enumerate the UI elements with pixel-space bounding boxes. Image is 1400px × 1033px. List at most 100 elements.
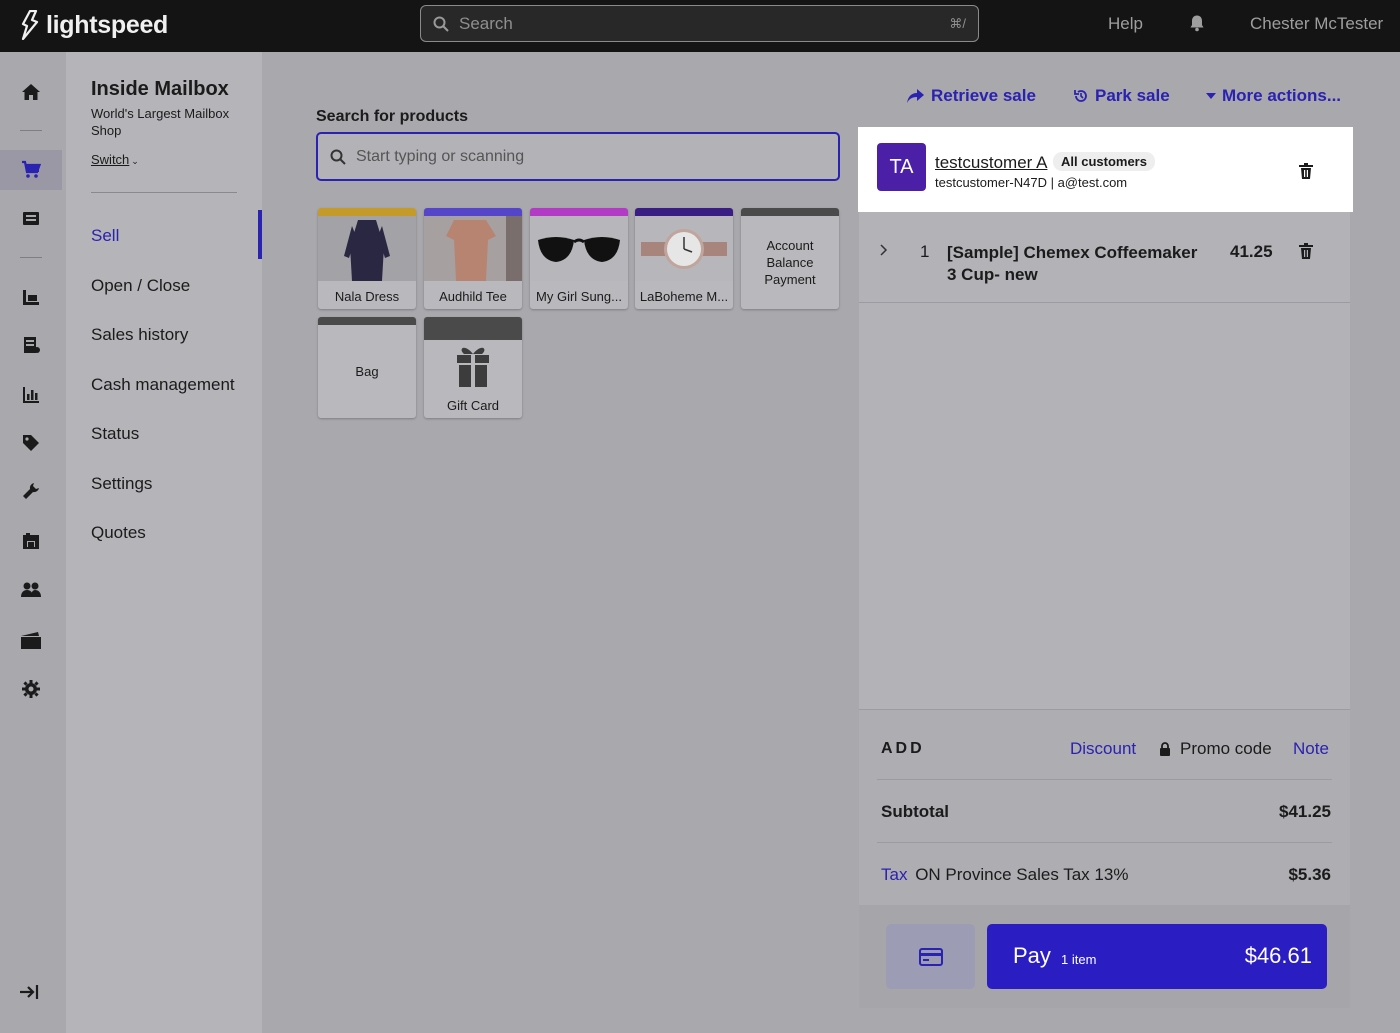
rail-home[interactable] <box>0 72 62 112</box>
card-payment-button[interactable] <box>886 924 975 989</box>
totals-section: ADD Discount Promo code Note Subtotal $4… <box>859 709 1350 905</box>
product-tile-nala-dress[interactable]: Nala Dress <box>318 208 416 309</box>
customer-meta: testcustomer-N47D | a@test.com <box>935 175 1128 190</box>
collapse-icon <box>20 985 39 999</box>
remove-customer-button[interactable] <box>1299 163 1313 184</box>
rail-settings[interactable] <box>0 669 62 709</box>
gift-icon <box>424 325 522 390</box>
nav-sales-history[interactable]: Sales history <box>91 325 188 345</box>
tax-value: $5.36 <box>1288 865 1331 884</box>
retrieve-sale-label: Retrieve sale <box>931 86 1036 105</box>
product-search-label: Search for products <box>316 108 469 125</box>
register-icon <box>23 212 39 225</box>
rail-warehouse[interactable] <box>0 521 62 561</box>
collapse-nav-button[interactable] <box>18 983 40 1006</box>
line-product-name: [Sample] Chemex Coffeemaker 3 Cup- new <box>947 243 1198 284</box>
nav-sell[interactable]: Sell <box>91 226 119 246</box>
rail-ecommerce[interactable] <box>0 620 62 660</box>
tile-color-bar <box>318 208 416 216</box>
line-price[interactable]: 41.25 <box>1230 242 1273 262</box>
pay-total: $46.61 <box>1244 943 1312 968</box>
product-tile-gift-card[interactable]: Gift Card <box>424 317 522 418</box>
rail-register[interactable] <box>0 199 62 239</box>
notifications-button[interactable] <box>1188 14 1206 37</box>
settings-icon <box>22 680 40 698</box>
pay-button[interactable]: Pay 1 item $46.61 <box>987 924 1327 989</box>
caret-down-icon <box>1206 93 1216 99</box>
user-menu[interactable]: Chester McTester <box>1250 14 1383 34</box>
lock-icon <box>1160 742 1170 756</box>
remove-line-button[interactable] <box>1299 243 1313 264</box>
expand-line-button[interactable] <box>880 243 888 261</box>
flame-icon <box>21 10 39 40</box>
product-tile-laboheme-watch[interactable]: LaBoheme M... <box>635 208 733 309</box>
tile-color-bar <box>635 208 733 216</box>
global-search-input[interactable]: Search ⌘/ <box>420 5 979 42</box>
rail-sell[interactable] <box>0 150 62 190</box>
product-tile-audhild-tee[interactable]: Audhild Tee <box>424 208 522 309</box>
nav-status[interactable]: Status <box>91 424 139 444</box>
product-name: Gift Card <box>446 398 499 413</box>
rail-tools[interactable] <box>0 471 62 511</box>
product-name: Account Balance Payment <box>764 238 816 287</box>
icon-rail <box>0 52 66 1033</box>
rail-promotions[interactable] <box>0 423 62 463</box>
subtotal-label: Subtotal <box>881 802 949 821</box>
logo-text: lightspeed <box>46 10 169 39</box>
product-name: LaBoheme M... <box>639 289 729 304</box>
warehouse-icon <box>23 533 39 549</box>
add-label: ADD <box>881 740 925 757</box>
chevron-down-icon: ⌄ <box>131 156 139 166</box>
product-tile-bag[interactable]: Bag <box>318 317 416 418</box>
more-actions-button[interactable]: More actions... <box>1206 86 1341 106</box>
chevron-right-icon <box>880 244 888 256</box>
rail-customers[interactable] <box>0 570 62 610</box>
search-shortcut: ⌘/ <box>949 15 966 31</box>
product-tile-account-balance[interactable]: Account Balance Payment <box>741 208 839 309</box>
customer-avatar: TA <box>877 143 926 191</box>
tax-link[interactable]: Tax <box>881 865 907 884</box>
product-search-placeholder: Start typing or scanning <box>356 147 525 165</box>
product-search-input[interactable]: Start typing or scanning <box>316 132 840 181</box>
nav-open-close[interactable]: Open / Close <box>91 276 190 296</box>
product-name: Nala Dress <box>334 289 400 304</box>
switch-store-link[interactable]: Switch ⌄ <box>91 152 139 167</box>
customer-group-badge: All customers <box>1053 152 1155 171</box>
lightspeed-logo[interactable]: lightspeed <box>20 9 168 41</box>
rail-reports[interactable] <box>0 375 62 415</box>
product-name: Bag <box>355 364 379 379</box>
tile-color-bar <box>318 317 416 325</box>
search-icon <box>433 16 449 32</box>
promo-code-button[interactable]: Promo code <box>1159 739 1272 759</box>
add-discount-link[interactable]: Discount <box>1070 739 1136 759</box>
line-quantity[interactable]: 1 <box>920 242 929 262</box>
nav-settings[interactable]: Settings <box>91 474 152 494</box>
bell-icon <box>1190 15 1204 32</box>
active-nav-indicator <box>258 210 262 259</box>
park-sale-label: Park sale <box>1095 86 1170 105</box>
add-note-link[interactable]: Note <box>1293 739 1329 759</box>
park-sale-button[interactable]: Park sale <box>1073 86 1170 106</box>
global-search-placeholder: Search <box>459 13 513 33</box>
switch-label: Switch <box>91 152 130 167</box>
nav-quotes[interactable]: Quotes <box>91 523 146 543</box>
nav-cash-management[interactable]: Cash management <box>91 375 235 395</box>
product-name: My Girl Sung... <box>536 289 622 304</box>
inventory-icon <box>23 290 39 305</box>
rail-inventory[interactable] <box>0 277 62 317</box>
cart-icon <box>22 160 41 178</box>
customer-name-link[interactable]: testcustomer A <box>935 153 1047 173</box>
product-tile-sunglasses[interactable]: My Girl Sung... <box>530 208 628 309</box>
search-icon <box>330 149 346 165</box>
trash-icon <box>1299 243 1313 259</box>
retrieve-sale-button[interactable]: Retrieve sale <box>905 86 1036 106</box>
home-icon <box>22 84 40 100</box>
product-image <box>635 216 733 281</box>
rail-invoices[interactable] <box>0 325 62 365</box>
history-icon <box>1074 90 1087 102</box>
help-link[interactable]: Help <box>1108 14 1143 34</box>
product-name: Audhild Tee <box>439 289 507 304</box>
tile-color-bar <box>424 317 522 325</box>
cart-line-item[interactable]: 1 [Sample] Chemex Coffeemaker 3 Cup- new… <box>859 212 1350 303</box>
credit-card-icon <box>918 947 943 966</box>
